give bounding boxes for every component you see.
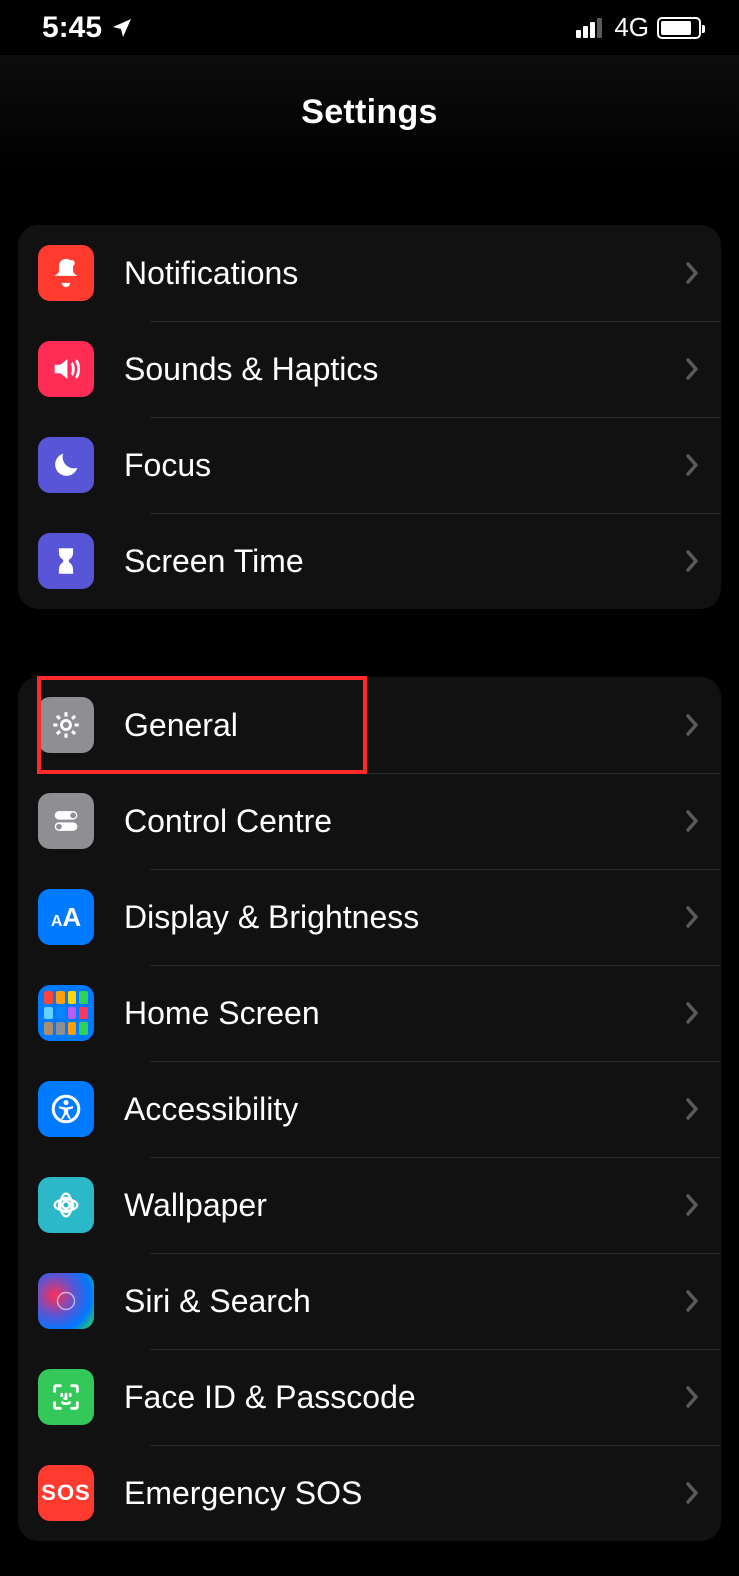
- row-label: Face ID & Passcode: [124, 1379, 685, 1416]
- accessibility-icon: [38, 1081, 94, 1137]
- status-right: 4G: [576, 12, 701, 43]
- row-general[interactable]: General: [18, 677, 721, 773]
- row-screen-time[interactable]: Screen Time: [18, 513, 721, 609]
- row-siri-search[interactable]: Siri & Search: [18, 1253, 721, 1349]
- row-home-screen[interactable]: Home Screen: [18, 965, 721, 1061]
- battery-icon: [657, 17, 701, 39]
- chevron-right-icon: [685, 549, 699, 573]
- row-wallpaper[interactable]: Wallpaper: [18, 1157, 721, 1253]
- chevron-right-icon: [685, 1193, 699, 1217]
- row-notifications[interactable]: Notifications: [18, 225, 721, 321]
- chevron-right-icon: [685, 453, 699, 477]
- row-focus[interactable]: Focus: [18, 417, 721, 513]
- settings-content: Notifications Sounds & Haptics Focus Scr…: [0, 225, 739, 1541]
- row-face-id-passcode[interactable]: Face ID & Passcode: [18, 1349, 721, 1445]
- network-label: 4G: [614, 12, 649, 43]
- siri-icon: [38, 1273, 94, 1329]
- clock-time: 5:45: [42, 11, 102, 45]
- status-bar: 5:45 4G: [0, 0, 739, 55]
- general-icon: [38, 697, 94, 753]
- row-label: Home Screen: [124, 995, 685, 1032]
- row-label: Wallpaper: [124, 1187, 685, 1224]
- row-label: Accessibility: [124, 1091, 685, 1128]
- screen-time-icon: [38, 533, 94, 589]
- chevron-right-icon: [685, 713, 699, 737]
- row-label: Control Centre: [124, 803, 685, 840]
- control-centre-icon: [38, 793, 94, 849]
- row-label: General: [124, 707, 685, 744]
- wallpaper-icon: [38, 1177, 94, 1233]
- display-brightness-icon: AA: [38, 889, 94, 945]
- chevron-right-icon: [685, 261, 699, 285]
- row-label: Notifications: [124, 255, 685, 292]
- notifications-icon: [38, 245, 94, 301]
- row-control-centre[interactable]: Control Centre: [18, 773, 721, 869]
- status-left: 5:45: [42, 11, 134, 45]
- row-label: Screen Time: [124, 543, 685, 580]
- chevron-right-icon: [685, 357, 699, 381]
- chevron-right-icon: [685, 1481, 699, 1505]
- sounds-icon: [38, 341, 94, 397]
- face-id-icon: [38, 1369, 94, 1425]
- row-display-brightness[interactable]: AA Display & Brightness: [18, 869, 721, 965]
- chevron-right-icon: [685, 905, 699, 929]
- row-label: Sounds & Haptics: [124, 351, 685, 388]
- row-accessibility[interactable]: Accessibility: [18, 1061, 721, 1157]
- chevron-right-icon: [685, 1289, 699, 1313]
- row-label: Siri & Search: [124, 1283, 685, 1320]
- chevron-right-icon: [685, 1001, 699, 1025]
- chevron-right-icon: [685, 809, 699, 833]
- focus-icon: [38, 437, 94, 493]
- row-sounds-haptics[interactable]: Sounds & Haptics: [18, 321, 721, 417]
- location-icon: [110, 16, 134, 40]
- page-title: Settings: [301, 93, 438, 132]
- chevron-right-icon: [685, 1385, 699, 1409]
- home-screen-icon: [38, 985, 94, 1041]
- page-header: Settings: [0, 55, 739, 170]
- row-label: Emergency SOS: [124, 1475, 685, 1512]
- sos-icon: SOS: [38, 1465, 94, 1521]
- row-label: Focus: [124, 447, 685, 484]
- settings-group-1: Notifications Sounds & Haptics Focus Scr…: [18, 225, 721, 609]
- cellular-signal-icon: [576, 18, 602, 38]
- row-label: Display & Brightness: [124, 899, 685, 936]
- chevron-right-icon: [685, 1097, 699, 1121]
- row-emergency-sos[interactable]: SOS Emergency SOS: [18, 1445, 721, 1541]
- settings-group-2: General Control Centre AA Display & Brig…: [18, 677, 721, 1541]
